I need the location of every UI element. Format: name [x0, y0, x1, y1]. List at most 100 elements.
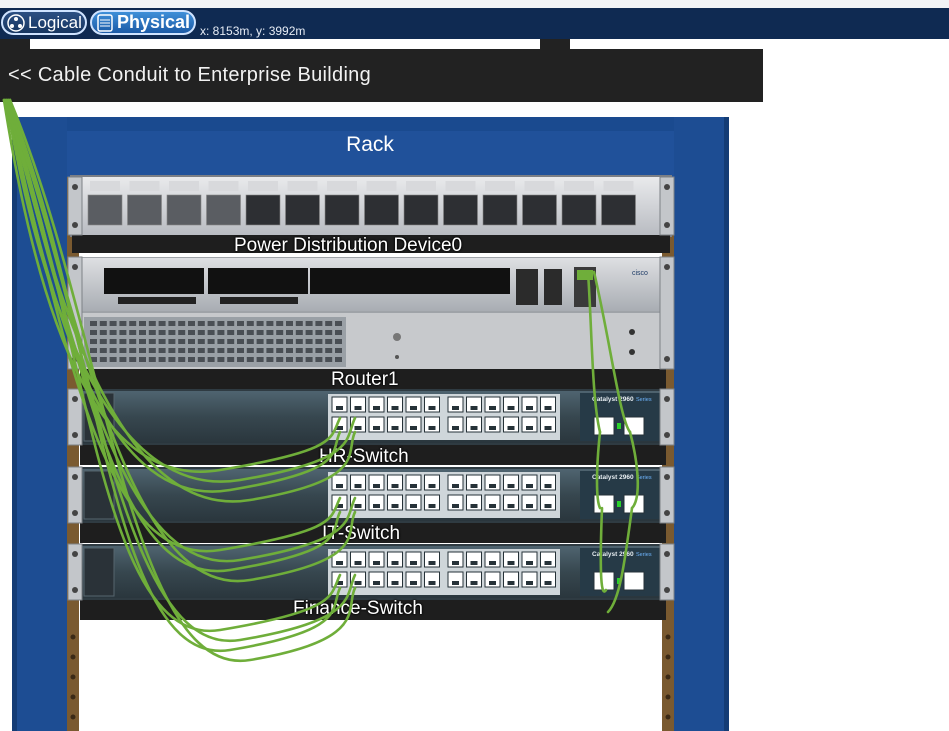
port-jack: [336, 406, 343, 410]
router-slot[interactable]: [310, 268, 410, 294]
vent-hole: [109, 348, 117, 353]
vent-hole: [246, 321, 254, 326]
uplink-port[interactable]: [623, 416, 645, 436]
logical-topology-icon: [7, 13, 25, 32]
vent-hole: [158, 348, 166, 353]
port-jack: [507, 426, 515, 430]
rack-screw: [72, 432, 78, 438]
port-jack: [470, 484, 478, 488]
uplink-port[interactable]: [623, 571, 645, 591]
vent-hole: [197, 339, 205, 344]
vent-hole: [148, 339, 156, 344]
vent-hole: [99, 330, 107, 335]
rack-screw: [72, 396, 78, 402]
coordinates-readout: x: 8153m, y: 3992m: [200, 24, 306, 38]
power-outlet[interactable]: [127, 194, 162, 226]
outlet-label-plate: [445, 181, 476, 191]
port-jack: [489, 581, 496, 585]
device-label-finance-switch[interactable]: Finance-Switch: [293, 598, 423, 620]
vent-hole: [227, 330, 235, 335]
port-jack: [373, 561, 380, 565]
vent-hole: [148, 330, 156, 335]
vent-hole: [315, 357, 323, 362]
port-jack: [526, 561, 533, 565]
vent-hole: [168, 357, 176, 362]
vent-hole: [148, 321, 156, 326]
vent-hole: [109, 357, 117, 362]
rack-right-post: [674, 117, 729, 731]
vent-hole: [315, 321, 323, 326]
vent-hole: [178, 321, 186, 326]
outlet-label-plate: [90, 181, 120, 191]
power-outlet[interactable]: [561, 194, 597, 226]
rack-screw: [664, 474, 670, 480]
rack-screw: [72, 510, 78, 516]
rack[interactable]: cisco Catalyst 2960 SeriesCatalyst 2960 Se…: [12, 117, 729, 731]
vent-hole: [139, 339, 146, 344]
vent-hole: [295, 357, 303, 362]
power-outlet[interactable]: [87, 194, 123, 226]
power-outlet[interactable]: [324, 194, 360, 226]
router-slot[interactable]: [410, 268, 510, 294]
vent-hole: [129, 321, 137, 326]
router-slot[interactable]: [208, 268, 308, 294]
port-jack: [428, 406, 436, 410]
vent-hole: [325, 348, 333, 353]
power-outlet[interactable]: [601, 194, 636, 226]
power-outlet[interactable]: [522, 194, 557, 226]
uplink-port[interactable]: [623, 494, 645, 514]
port-jack: [336, 581, 343, 585]
power-outlet[interactable]: [403, 194, 439, 226]
switch-model-label: Catalyst 2960: [592, 474, 634, 481]
port-jack: [336, 484, 343, 488]
vent-hole: [109, 330, 117, 335]
vent-hole: [315, 339, 323, 344]
uplink-port[interactable]: [593, 416, 615, 436]
vent-hole: [227, 339, 235, 344]
physical-mode-label: Physical: [117, 12, 191, 32]
vent-hole: [197, 330, 205, 335]
vent-hole: [188, 339, 195, 344]
port-jack: [452, 504, 459, 508]
port-jack: [489, 406, 496, 410]
switch-status-panel: [83, 547, 115, 597]
outlet-label-plate: [248, 181, 278, 191]
power-outlet[interactable]: [166, 194, 202, 226]
port-jack: [470, 426, 478, 430]
device-label-hr-switch[interactable]: HR-Switch: [319, 446, 409, 468]
rack-screw: [664, 184, 670, 190]
device-label-router[interactable]: Router1: [331, 369, 399, 391]
vent-hole: [266, 330, 274, 335]
router-slot[interactable]: [104, 268, 204, 294]
uplink-port[interactable]: [593, 494, 615, 514]
switch-series-label: Series: [636, 552, 652, 558]
vent-hole: [207, 339, 215, 344]
vent-hole: [148, 357, 156, 362]
power-outlet[interactable]: [285, 194, 320, 226]
vent-hole: [217, 321, 225, 326]
vent-hole: [99, 348, 107, 353]
port-jack: [526, 484, 533, 488]
vent-hole: [178, 357, 186, 362]
power-outlet[interactable]: [364, 194, 399, 226]
port-jack: [526, 581, 533, 585]
power-outlet[interactable]: [245, 194, 281, 226]
vent-hole: [178, 330, 186, 335]
port-jack: [373, 426, 380, 430]
port-jack: [470, 406, 478, 410]
rack-ear: [67, 256, 83, 370]
vent-hole: [335, 348, 342, 353]
vent-hole: [286, 330, 293, 335]
physical-mode-button[interactable]: Physical: [90, 10, 196, 35]
logical-mode-button[interactable]: Logical: [1, 10, 87, 35]
device-label-power-distribution[interactable]: Power Distribution Device0: [234, 235, 462, 257]
device-label-it-switch[interactable]: IT-Switch: [322, 523, 400, 545]
router-ethernet-port[interactable]: [544, 269, 562, 305]
uplink-port[interactable]: [593, 571, 615, 591]
power-outlet[interactable]: [482, 194, 518, 226]
power-outlet[interactable]: [443, 194, 478, 226]
router-ethernet-port[interactable]: [516, 269, 538, 305]
cable-conduit-label[interactable]: << Cable Conduit to Enterprise Building: [8, 64, 371, 87]
power-outlet[interactable]: [206, 194, 241, 226]
link-led: [617, 501, 621, 507]
